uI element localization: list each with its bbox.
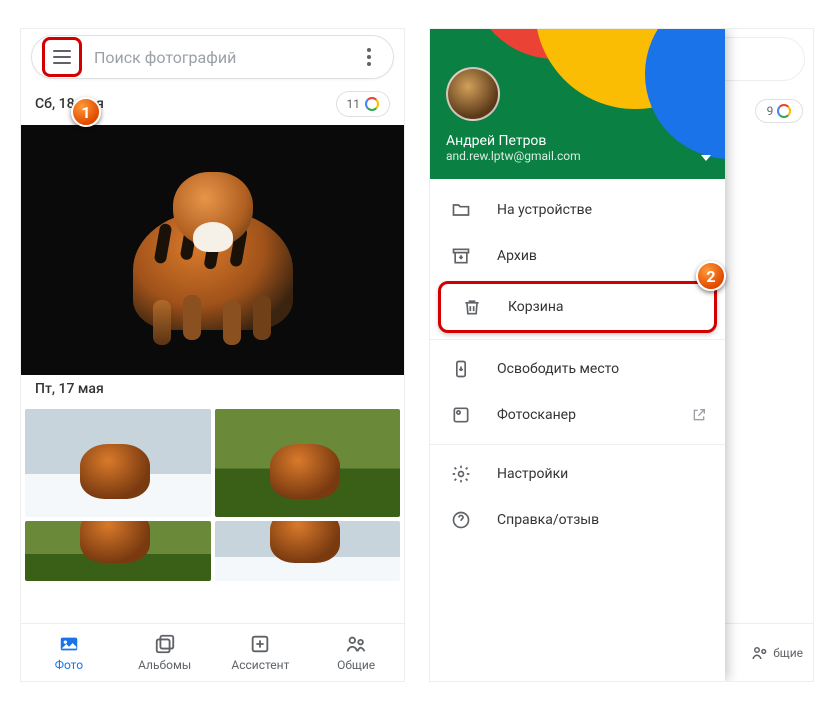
nav-photos[interactable]: Фото <box>21 624 117 681</box>
drawer-item-label: На устройстве <box>497 202 707 218</box>
archive-icon <box>451 246 471 266</box>
drawer-item-label: Корзина <box>508 299 696 315</box>
drawer-item-label: Освободить место <box>497 361 707 377</box>
search-pill[interactable]: Поиск фотографий <box>31 35 394 79</box>
photos-icon <box>58 633 80 655</box>
bottom-nav: Фото Альбомы Ассистент Общие <box>21 623 404 681</box>
account-dropdown-icon[interactable] <box>701 155 711 161</box>
drawer-item-label: Справка/отзыв <box>497 512 707 528</box>
date-label: Пт, 17 мая <box>35 381 104 397</box>
sharing-icon <box>751 644 769 662</box>
annotation-badge-1: 1 <box>71 97 101 127</box>
drawer-item-trash[interactable]: Корзина <box>441 284 714 330</box>
nav-assistant[interactable]: Ассистент <box>213 624 309 681</box>
avatar[interactable] <box>446 67 500 121</box>
external-link-icon <box>691 407 707 423</box>
user-name: Андрей Петров <box>446 133 709 149</box>
drawer-item-free-up[interactable]: Освободить место <box>430 346 725 392</box>
photo-thumb[interactable] <box>215 409 401 517</box>
annotation-badge-2: 2 <box>696 261 726 291</box>
menu-icon[interactable] <box>53 50 71 64</box>
search-placeholder: Поиск фотографий <box>94 48 355 67</box>
thumb-row-2 <box>21 517 404 581</box>
cloud-sync-icon <box>777 104 791 118</box>
drawer-item-label: Настройки <box>497 466 707 482</box>
nav-label: Ассистент <box>231 658 289 672</box>
albums-icon <box>154 633 176 655</box>
help-icon <box>451 510 471 530</box>
nav-albums[interactable]: Альбомы <box>117 624 213 681</box>
drawer-item-device[interactable]: На устройстве <box>430 187 725 233</box>
trash-icon <box>462 297 482 317</box>
drawer-list: На устройстве Архив Корзина Освободить м… <box>430 179 725 551</box>
settings-icon <box>451 464 471 484</box>
divider <box>430 339 725 340</box>
screenshot-drawer-open: 9 бщие Андрей Петров and.rew.lptw@gmail.… <box>429 28 814 682</box>
drawer-item-photoscan[interactable]: Фотосканер <box>430 392 725 438</box>
hamburger-highlight-box <box>42 37 82 77</box>
assistant-icon <box>249 633 271 655</box>
nav-label: Фото <box>55 658 83 672</box>
drawer-item-help[interactable]: Справка/отзыв <box>430 497 725 543</box>
drawer-item-label: Архив <box>497 248 707 264</box>
free-up-icon <box>451 359 471 379</box>
bg-count-pill: 9 <box>755 99 803 123</box>
nav-sharing[interactable]: Общие <box>308 624 404 681</box>
nav-drawer: Андрей Петров and.rew.lptw@gmail.com На … <box>430 29 725 681</box>
drawer-item-settings[interactable]: Настройки <box>430 451 725 497</box>
drawer-header[interactable]: Андрей Петров and.rew.lptw@gmail.com <box>430 29 725 179</box>
more-vert-icon[interactable] <box>355 48 383 66</box>
nav-label: Общие <box>337 658 375 672</box>
photoscan-icon <box>451 405 471 425</box>
drawer-item-archive[interactable]: Архив <box>430 233 725 279</box>
trash-highlight-box: Корзина <box>438 281 717 333</box>
sharing-icon <box>345 633 367 655</box>
photo-thumb[interactable] <box>215 521 401 581</box>
search-bar-row: Поиск фотографий <box>21 29 404 85</box>
date-count: 11 <box>347 97 361 111</box>
cloud-sync-icon <box>365 97 379 111</box>
photo-tiger-dark[interactable] <box>21 125 404 375</box>
user-email: and.rew.lptw@gmail.com <box>446 149 709 163</box>
divider <box>430 444 725 445</box>
photo-thumb[interactable] <box>25 409 211 517</box>
screenshot-photos-main: Поиск фотографий Сб, 18 мая 11 Пт, 17 ма… <box>20 28 405 682</box>
folder-icon <box>451 200 471 220</box>
drawer-item-label: Фотосканер <box>497 407 665 423</box>
date-count-pill[interactable]: 11 <box>336 91 391 117</box>
thumb-row-1 <box>21 405 404 517</box>
photo-thumb[interactable] <box>25 521 211 581</box>
date-header-2: Пт, 17 мая <box>21 375 404 405</box>
nav-label: Альбомы <box>138 658 191 672</box>
